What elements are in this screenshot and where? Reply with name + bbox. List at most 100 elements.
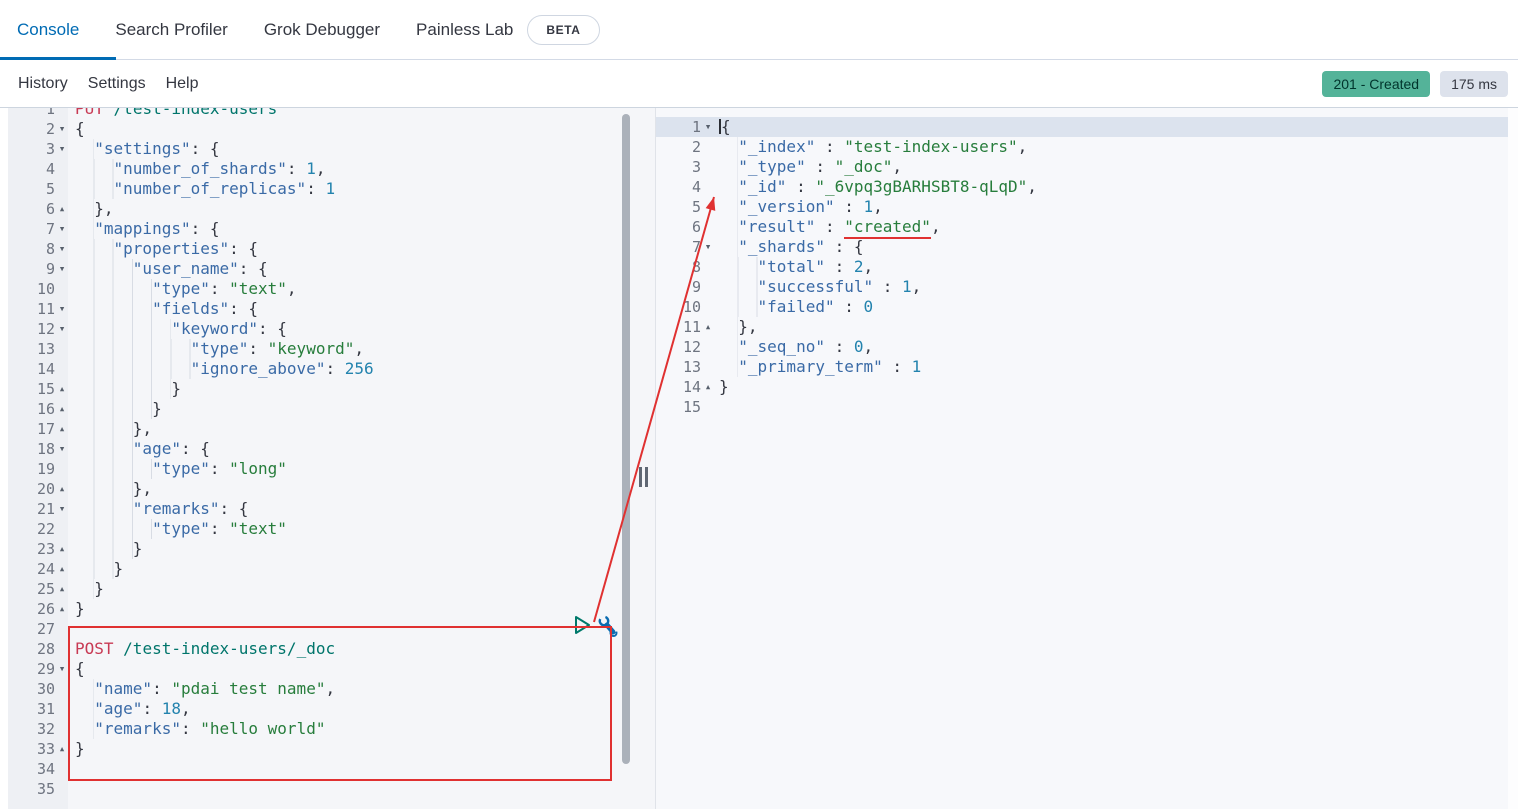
fold-toggle-icon[interactable]: ▾ <box>55 319 69 339</box>
line-number: 20 <box>0 479 55 499</box>
fold-toggle-icon[interactable]: ▴ <box>55 739 69 759</box>
fold-toggle-icon[interactable]: ▴ <box>55 539 69 559</box>
fold-toggle-icon[interactable]: ▴ <box>55 199 69 219</box>
editor-scrollbar-thumb[interactable] <box>622 114 630 764</box>
fold-toggle-icon[interactable]: ▾ <box>701 117 715 137</box>
tab-painless-lab[interactable]: Painless Lab <box>398 0 517 59</box>
send-request-button[interactable] <box>573 614 593 636</box>
code-line: 10"failed" : 0 <box>656 297 1508 317</box>
code-line: 29▾{ <box>0 659 655 679</box>
code-line: 26▴} <box>0 599 655 619</box>
fold-gutter <box>55 179 69 199</box>
line-number: 13 <box>0 339 55 359</box>
code-text: "name": "pdai test name", <box>69 679 335 699</box>
code-text: { <box>69 659 85 679</box>
code-text <box>69 619 75 639</box>
line-number: 5 <box>656 197 701 217</box>
line-number: 27 <box>0 619 55 639</box>
fold-gutter <box>701 217 715 237</box>
code-line: 12▾"keyword": { <box>0 319 655 339</box>
code-line: 14▴} <box>656 377 1508 397</box>
fold-gutter <box>55 359 69 379</box>
fold-toggle-icon[interactable]: ▾ <box>55 239 69 259</box>
fold-gutter <box>55 519 69 539</box>
line-number: 1 <box>656 117 701 137</box>
code-text: "type": "text" <box>69 519 287 539</box>
line-number: 9 <box>656 277 701 297</box>
code-line: 7▾"_shards" : { <box>656 237 1508 257</box>
code-line: 20▴}, <box>0 479 655 499</box>
code-text: "type": "keyword", <box>69 339 364 359</box>
fold-gutter <box>55 339 69 359</box>
fold-toggle-icon[interactable]: ▴ <box>55 399 69 419</box>
code-text: "_index" : "test-index-users", <box>715 137 1027 157</box>
code-text: POST /test-index-users/_doc <box>69 639 335 659</box>
code-text: "age": 18, <box>69 699 191 719</box>
code-line: 1▾{ <box>656 117 1508 137</box>
fold-toggle-icon[interactable]: ▾ <box>55 219 69 239</box>
line-number: 2 <box>0 119 55 139</box>
response-time-badge: 175 ms <box>1440 71 1508 97</box>
fold-gutter <box>55 108 69 119</box>
fold-toggle-icon[interactable]: ▴ <box>55 579 69 599</box>
tab-console[interactable]: Console <box>0 0 97 59</box>
fold-gutter <box>701 257 715 277</box>
request-editor-pane[interactable]: 1PUT /test-index-users2▾{3▾"settings": {… <box>0 108 656 809</box>
line-number: 10 <box>656 297 701 317</box>
line-number: 6 <box>656 217 701 237</box>
fold-toggle-icon[interactable]: ▴ <box>55 419 69 439</box>
line-number: 1 <box>0 108 55 119</box>
fold-toggle-icon[interactable]: ▴ <box>701 377 715 397</box>
pane-resize-handle[interactable] <box>639 467 651 487</box>
code-line: 4"number_of_shards": 1, <box>0 159 655 179</box>
tab-search-profiler[interactable]: Search Profiler <box>97 0 245 59</box>
fold-gutter <box>55 679 69 699</box>
code-line: 33▴} <box>0 739 655 759</box>
fold-toggle-icon[interactable]: ▴ <box>55 479 69 499</box>
fold-toggle-icon[interactable]: ▾ <box>55 139 69 159</box>
fold-toggle-icon[interactable]: ▴ <box>701 317 715 337</box>
code-text: { <box>715 117 731 137</box>
line-number: 10 <box>0 279 55 299</box>
line-number: 28 <box>0 639 55 659</box>
fold-toggle-icon[interactable]: ▾ <box>55 659 69 679</box>
fold-toggle-icon[interactable]: ▴ <box>55 559 69 579</box>
tab-grok-debugger[interactable]: Grok Debugger <box>246 0 398 59</box>
code-text: "_version" : 1, <box>715 197 883 217</box>
code-line: 8▾"properties": { <box>0 239 655 259</box>
fold-toggle-icon[interactable]: ▾ <box>55 439 69 459</box>
help-menu[interactable]: Help <box>166 75 199 93</box>
fold-gutter <box>701 397 715 417</box>
line-number: 33 <box>0 739 55 759</box>
fold-toggle-icon[interactable]: ▴ <box>55 599 69 619</box>
fold-toggle-icon[interactable]: ▾ <box>701 237 715 257</box>
line-number: 18 <box>0 439 55 459</box>
code-text: } <box>69 739 85 759</box>
fold-gutter <box>701 137 715 157</box>
line-number: 17 <box>0 419 55 439</box>
code-line: 11▴}, <box>656 317 1508 337</box>
code-text: "_id" : "_6vpq3gBARHSBT8-qLqD", <box>715 177 1037 197</box>
code-text: "settings": { <box>69 139 220 159</box>
code-line: 6▴}, <box>0 199 655 219</box>
code-line: 32"remarks": "hello world" <box>0 719 655 739</box>
line-number: 15 <box>0 379 55 399</box>
code-text: } <box>69 379 181 399</box>
fold-toggle-icon[interactable]: ▾ <box>55 259 69 279</box>
fold-toggle-icon[interactable]: ▾ <box>55 119 69 139</box>
fold-toggle-icon[interactable]: ▾ <box>55 299 69 319</box>
fold-toggle-icon[interactable]: ▾ <box>55 499 69 519</box>
code-text: } <box>69 559 123 579</box>
code-text: "_shards" : { <box>715 237 864 257</box>
code-line: 30"name": "pdai test name", <box>0 679 655 699</box>
code-line: 17▴}, <box>0 419 655 439</box>
fold-toggle-icon[interactable]: ▴ <box>55 379 69 399</box>
response-pane[interactable]: 1▾{2"_index" : "test-index-users",3"_typ… <box>656 108 1518 809</box>
history-menu[interactable]: History <box>18 75 68 93</box>
line-number: 7 <box>0 219 55 239</box>
code-text <box>69 779 75 799</box>
code-text: } <box>69 599 85 619</box>
code-text: "remarks": "hello world" <box>69 719 325 739</box>
settings-menu[interactable]: Settings <box>88 75 146 93</box>
request-options-wrench-icon[interactable] <box>596 614 620 641</box>
